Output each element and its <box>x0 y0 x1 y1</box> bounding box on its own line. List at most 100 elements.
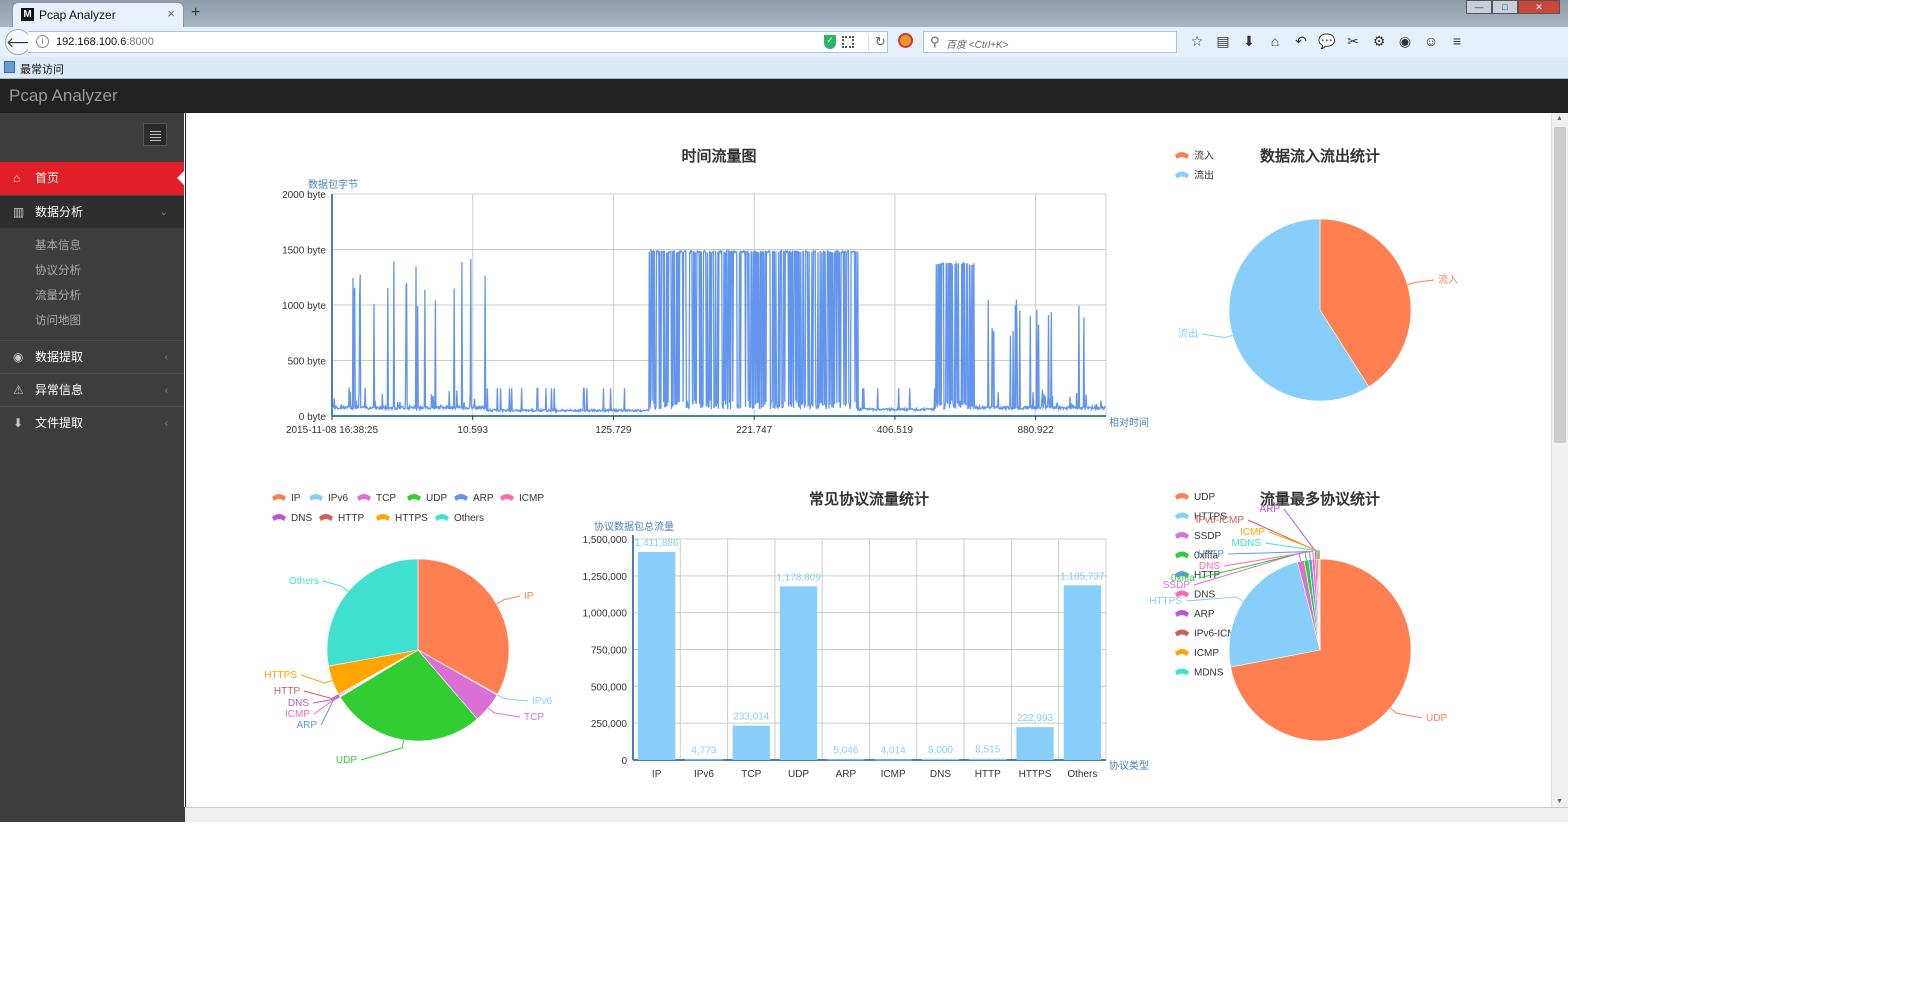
horizontal-scrollbar[interactable] <box>185 807 1568 822</box>
reload-icon[interactable]: ↻ <box>868 34 886 50</box>
legend-swatch-icon <box>1175 668 1189 676</box>
vertical-scrollbar[interactable]: ▲ ▼ <box>1551 113 1568 807</box>
extension-icon[interactable]: ⚙ <box>1366 33 1392 50</box>
sidebar-subitem-basic-info[interactable]: 基本信息 <box>0 234 184 259</box>
url-text[interactable]: 192.168.100.6:8000 <box>56 36 154 48</box>
security-shield-icon[interactable]: ✓ <box>824 35 836 49</box>
traffic-line <box>331 248 1106 414</box>
slice-label: DNS <box>288 698 309 709</box>
y-axis-label: 协议数据包总流量 <box>594 520 674 533</box>
slice-label: 流出 <box>1178 327 1198 340</box>
label-line <box>360 739 405 761</box>
bar <box>685 759 723 761</box>
sidebar-toggle-button[interactable] <box>143 123 167 146</box>
chevron-left-icon: ‹ <box>164 418 168 429</box>
y-tick-label: 0 <box>621 756 627 767</box>
search-box[interactable]: ⚲ 百度 <Ctrl+K> <box>923 31 1177 53</box>
sidebar-item-label: 数据分析 <box>35 205 84 219</box>
label-line <box>300 674 333 684</box>
label-line <box>497 694 529 702</box>
site-info-icon[interactable]: i <box>36 35 49 48</box>
sidebar-item-anomalies[interactable]: ⚠ 异常信息 ‹ <box>0 373 184 406</box>
bookmark-folder-icon <box>4 61 15 73</box>
legend-label: IP <box>291 493 301 504</box>
reading-list-icon[interactable]: ▤ <box>1210 33 1236 50</box>
maximize-button[interactable]: □ <box>1492 0 1518 14</box>
x-tick-label: IPv6 <box>694 769 714 780</box>
legend-label: ICMP <box>519 493 544 504</box>
sidebar-subitem-protocol-analysis[interactable]: 协议分析 <box>0 259 184 284</box>
browser-chrome: M Pcap Analyzer × + — □ ✕ 🡐 i 192.168.10… <box>0 0 1568 79</box>
label-line <box>313 695 340 715</box>
bar-value-label: 5,046 <box>833 745 858 756</box>
legend-swatch-icon <box>1175 649 1189 656</box>
x-tick-label: DNS <box>930 769 951 780</box>
x-tick-label: Others <box>1067 769 1097 780</box>
url-port: :8000 <box>126 36 154 48</box>
legend-swatch-icon <box>272 514 286 521</box>
scroll-down-arrow[interactable]: ▼ <box>1556 798 1563 805</box>
sidebar-footer <box>0 807 185 822</box>
sidebar-item-label: 首页 <box>35 171 60 185</box>
close-tab-icon[interactable]: × <box>167 6 175 21</box>
sidebar-item-file-extraction[interactable]: ⬇ 文件提取 ‹ <box>0 406 184 439</box>
sidebar-item-home[interactable]: ⌂ 首页 <box>0 162 184 195</box>
home-icon[interactable]: ⌂ <box>1262 33 1288 50</box>
screenshot-icon[interactable]: ✂ <box>1340 33 1366 50</box>
legend: 流入流出 <box>1175 149 1214 182</box>
bar-value-label: 1,411,886 <box>635 538 679 549</box>
slice-label: IPv6 <box>532 696 552 707</box>
pie: 流入流出 <box>1178 218 1458 402</box>
legend-label: HTTP <box>338 513 364 524</box>
scroll-up-arrow[interactable]: ▲ <box>1556 115 1563 122</box>
legend-swatch-icon <box>407 494 421 501</box>
adblock-icon[interactable] <box>898 33 913 48</box>
url-bar[interactable]: i 192.168.100.6:8000 ✓ ↻ <box>28 31 888 53</box>
menu-icon[interactable]: ≡ <box>1444 33 1470 50</box>
slice-label: ICMP <box>285 709 310 720</box>
legend-label: ARP <box>1194 609 1215 620</box>
x-tick-label: 880.922 <box>1018 425 1055 436</box>
url-host: 192.168.100.6 <box>56 36 127 48</box>
bookmark-most-visited[interactable]: 最常访问 <box>20 61 64 77</box>
bar-value-label: 8,000 <box>928 745 953 756</box>
chat-icon[interactable]: 💬 <box>1314 33 1340 50</box>
undo-icon[interactable]: ↶ <box>1288 33 1314 50</box>
sidebar-subitem-traffic-analysis[interactable]: 流量分析 <box>0 284 184 309</box>
sidebar-subitem-access-map[interactable]: 访问地图 <box>0 309 184 334</box>
legend-swatch-icon <box>1175 171 1189 179</box>
in-out-pie-chart: 数据流入流出统计 流入流出 流入流出 <box>1175 147 1458 402</box>
download-icon[interactable]: ⬇ <box>1236 33 1262 50</box>
sidebar-item-data-extraction[interactable]: ◉ 数据提取 ‹ <box>0 340 184 373</box>
download-icon: ⬇ <box>13 416 24 430</box>
y-tick-label: 1,500,000 <box>583 535 628 546</box>
legend-label: SSDP <box>1194 531 1222 542</box>
x-tick-label: 221.747 <box>736 425 773 436</box>
new-tab-button[interactable]: + <box>191 4 200 22</box>
browser-toolbar: ☆ ▤ ⬇ ⌂ ↶ 💬 ✂ ⚙ ◉ ☺ ≡ <box>1184 33 1470 50</box>
legend-swatch-icon <box>357 494 371 501</box>
qr-code-icon[interactable] <box>842 36 854 48</box>
legend-label: DNS <box>291 513 312 524</box>
scrollbar-thumb[interactable] <box>1554 127 1566 443</box>
sidebar-item-data-analysis[interactable]: ▥ 数据分析 ⌄ <box>0 195 184 228</box>
legend-label: 流出 <box>1194 169 1214 182</box>
home-icon: ⌂ <box>13 171 21 185</box>
slice-label: MDNS <box>1232 538 1262 549</box>
x-axis-label: 相对时间 <box>1109 416 1149 429</box>
legend-label: MDNS <box>1194 668 1224 679</box>
bookmarks-bar: 最常访问 <box>0 57 1568 79</box>
y-tick-label: 0 byte <box>299 412 327 423</box>
emoji-icon[interactable]: ☺ <box>1418 33 1444 50</box>
slice-label: 0xfffa <box>1171 573 1196 584</box>
minimize-button[interactable]: — <box>1466 0 1492 14</box>
slice-label: ICMP <box>1240 527 1265 538</box>
close-window-button[interactable]: ✕ <box>1518 0 1560 14</box>
favicon-icon: M <box>21 8 34 21</box>
bar <box>779 586 818 760</box>
app-brand[interactable]: Pcap Analyzer <box>9 86 118 106</box>
bookmark-star-icon[interactable]: ☆ <box>1184 33 1210 50</box>
legend-label: UDP <box>1194 492 1215 503</box>
tab-pcap-analyzer[interactable]: M Pcap Analyzer × <box>12 2 184 27</box>
profile-icon[interactable]: ◉ <box>1392 33 1418 50</box>
